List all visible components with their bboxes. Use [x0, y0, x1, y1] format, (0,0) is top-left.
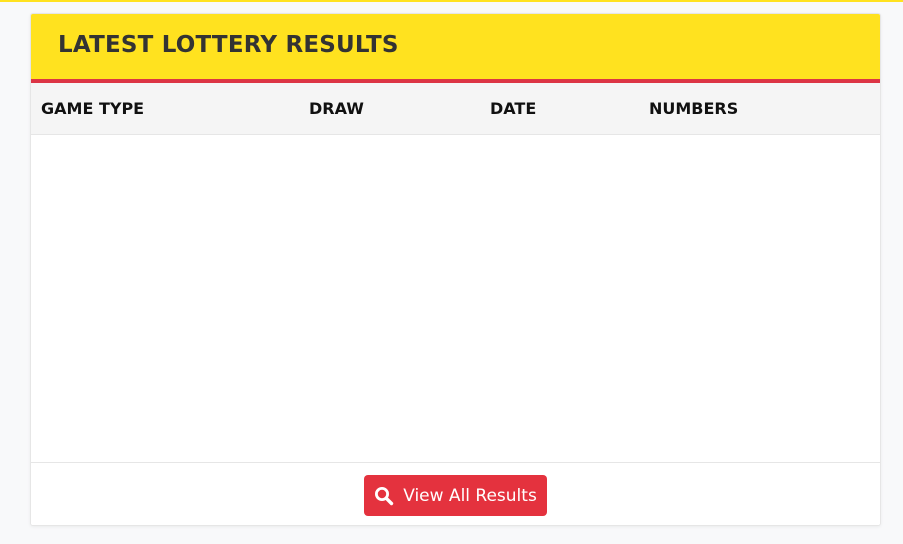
view-all-results-label: View All Results	[403, 485, 537, 506]
lottery-results-card: LATEST LOTTERY RESULTS GAME TYPE DRAW DA…	[30, 13, 881, 526]
card-header: LATEST LOTTERY RESULTS	[31, 14, 880, 83]
card-footer: View All Results	[31, 462, 880, 525]
search-icon	[374, 486, 394, 506]
column-header-numbers: NUMBERS	[649, 99, 739, 118]
card-title: LATEST LOTTERY RESULTS	[58, 32, 399, 58]
column-header-draw: DRAW	[309, 99, 364, 118]
top-accent-strip	[0, 0, 903, 2]
results-table-body	[31, 135, 880, 462]
view-all-results-button[interactable]: View All Results	[364, 475, 547, 516]
results-table-header: GAME TYPE DRAW DATE NUMBERS	[31, 83, 880, 135]
column-header-date: DATE	[490, 99, 537, 118]
column-header-game-type: GAME TYPE	[41, 99, 145, 118]
